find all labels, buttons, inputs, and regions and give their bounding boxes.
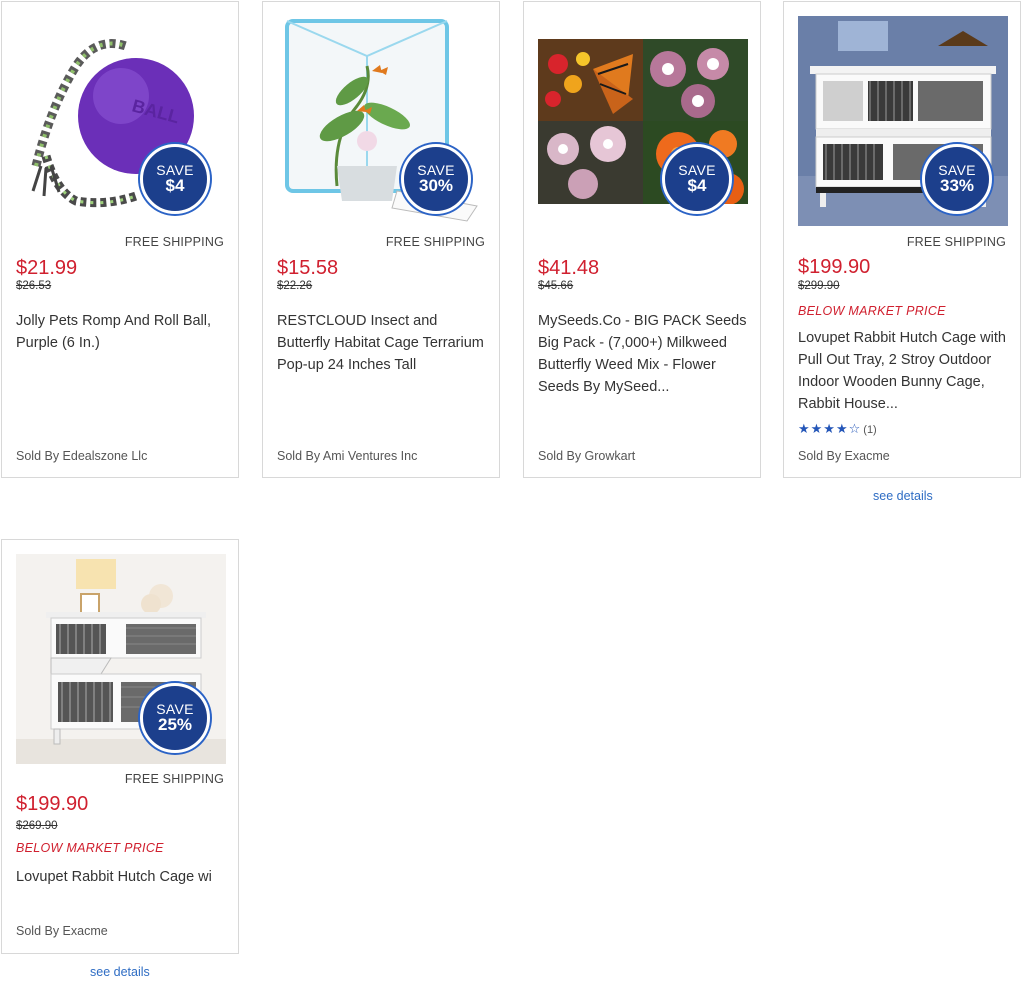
rating-count: (1) [863,424,877,436]
product-card[interactable]: SAVE 33% FREE SHIPPING $199.90 $299.90 B… [783,1,1021,478]
see-details-link[interactable]: see details [90,965,150,979]
save-label: SAVE [938,161,976,178]
save-label: SAVE [156,161,194,178]
sale-price: $199.90 [16,793,89,815]
save-badge: SAVE 25% [140,683,210,753]
sale-price: $15.58 [277,257,339,279]
seller-name: Sold By Exacme [798,449,890,463]
save-amount: 25% [157,715,193,735]
product-card[interactable]: SAVE $4 $41.48 $45.66 MySeeds.Co - BIG P… [523,1,761,478]
product-title[interactable]: RESTCLOUD Insect and Butterfly Habitat C… [277,310,489,376]
sale-price: $41.48 [538,257,600,279]
original-price: $299.90 [798,280,840,292]
original-price: $269.90 [16,820,58,832]
product-title[interactable]: Lovupet Rabbit Hutch Cage wi [16,866,228,888]
original-price: $45.66 [538,280,574,292]
product-title[interactable]: MySeeds.Co - BIG PACK Seeds Big Pack - (… [538,310,750,398]
original-price: $22.26 [277,280,313,292]
save-badge: SAVE 30% [401,144,471,214]
free-shipping-label: FREE SHIPPING [906,235,1006,249]
below-market-price-label: BELOW MARKET PRICE [798,304,946,318]
product-card[interactable]: SAVE 30% FREE SHIPPING $15.58 $22.26 RES… [262,1,500,478]
original-price: $26.53 [16,280,52,292]
star-icons: ★★★★☆ [798,421,862,436]
save-amount: 33% [939,176,975,196]
save-badge: SAVE $4 [140,144,210,214]
save-amount: $4 [165,176,185,196]
seller-name: Sold By Edealszone Llc [16,449,148,463]
see-details-link[interactable]: see details [873,489,933,503]
sale-price: $21.99 [16,257,78,279]
free-shipping-label: FREE SHIPPING [385,235,485,249]
free-shipping-label: FREE SHIPPING [124,235,224,249]
seller-name: Sold By Exacme [16,924,108,938]
save-label: SAVE [678,161,716,178]
save-amount: $4 [687,176,707,196]
save-amount: 30% [418,176,454,196]
save-label: SAVE [156,700,194,717]
product-card[interactable]: BALL SAVE $4 FREE SHIPPING $21.99 $26.53… [1,1,239,478]
save-badge: SAVE 33% [922,144,992,214]
below-market-price-label: BELOW MARKET PRICE [16,841,164,855]
product-title[interactable]: Jolly Pets Romp And Roll Ball, Purple (6… [16,310,228,354]
seller-name: Sold By Growkart [538,449,636,463]
product-title[interactable]: Lovupet Rabbit Hutch Cage with Pull Out … [798,327,1010,415]
save-label: SAVE [417,161,455,178]
sale-price: $199.90 [798,256,871,278]
save-badge: SAVE $4 [662,144,732,214]
product-card[interactable]: SAVE 25% FREE SHIPPING $199.90 $269.90 B… [1,539,239,954]
rating-stars[interactable]: ★★★★☆ (1) [798,421,877,437]
free-shipping-label: FREE SHIPPING [124,772,224,786]
seller-name: Sold By Ami Ventures Inc [277,449,418,463]
